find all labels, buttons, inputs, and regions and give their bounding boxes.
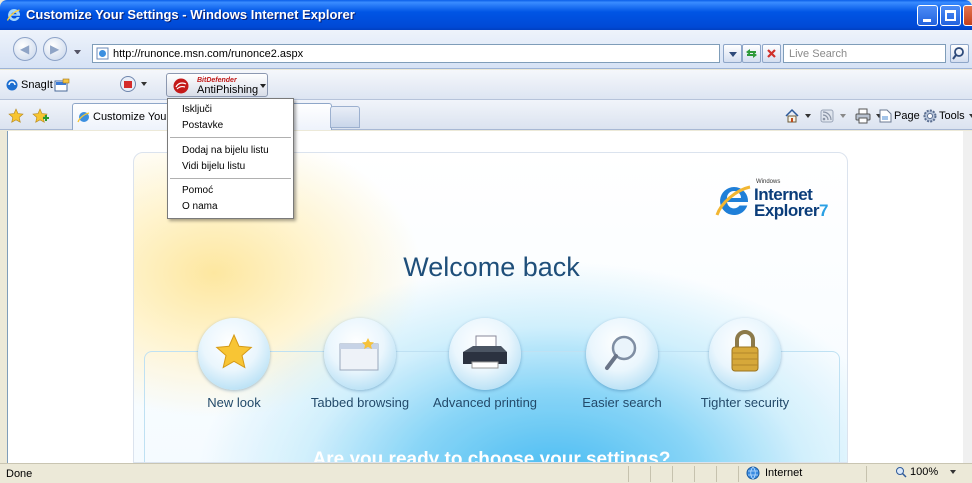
chevron-down-icon [729,52,737,57]
ie7-logo: Windows Internet Explorer7 [714,175,834,223]
ie-logo-icon [6,8,21,21]
url-text: http://runonce.msn.com/runonce2.aspx [113,48,304,60]
tools-menu-label: Tools [939,110,965,122]
back-arrow-icon: ◀ [20,42,30,56]
stop-button[interactable] [762,44,781,63]
minimize-button[interactable] [917,5,938,26]
zoom-control[interactable]: 100% [895,466,957,478]
snagit-button[interactable]: SnagIt [6,76,53,94]
close-button[interactable] [963,5,972,26]
search-button[interactable] [950,44,969,63]
home-button[interactable] [784,108,811,124]
snagit-label: SnagIt [21,79,53,91]
refresh-button[interactable] [742,44,761,63]
security-zone[interactable]: Internet [746,466,802,480]
status-bar: Done Internet 100% [0,463,972,483]
maximize-button[interactable] [940,5,961,26]
stop-icon [767,49,776,58]
capture-icon [54,78,70,92]
snagit-icon [6,79,18,91]
bitdefender-icon [173,78,189,94]
printer-icon [855,108,871,124]
back-button[interactable]: ◀ [13,37,37,61]
title-bar[interactable]: Customize Your Settings - Windows Intern… [0,0,972,30]
new-tab-button[interactable] [330,106,360,128]
chevron-down-icon [840,114,846,118]
tabs-icon [339,338,379,371]
chevron-down-icon [805,114,811,118]
menu-item-view-whitelist[interactable]: Vidi bijelu listu [182,161,245,172]
search-placeholder: Live Search [789,48,848,60]
forward-button[interactable]: ▶ [43,37,67,61]
address-field[interactable]: http://runonce.msn.com/runonce2.aspx [92,44,720,63]
zone-label: Internet [765,467,803,479]
favorites-star-icon [8,108,24,123]
add-favorite-icon [32,108,49,123]
search-input[interactable]: Live Search [783,44,946,63]
antiphishing-menu: Isključi Postavke Dodaj na bijelu listu … [167,98,294,219]
logo-explorer-text: Explorer7 [754,201,828,220]
menu-separator [170,178,291,179]
zoom-icon [896,467,907,478]
menu-item-disable[interactable]: Isključi [182,104,212,115]
favorites-center-button[interactable] [8,107,24,125]
history-dropdown-icon[interactable] [74,50,81,54]
menu-separator [170,137,291,138]
gear-icon [923,109,937,123]
home-icon [785,108,799,123]
star-icon [215,333,253,369]
feature-label-advanced-printing: Advanced printing [432,395,538,410]
page-icon [96,47,109,60]
antiphishing-label: AntiPhishing [197,84,259,96]
snagit-capture-button[interactable] [54,76,70,94]
add-favorite-button[interactable] [32,107,50,125]
chevron-down-icon [950,470,957,474]
window-title: Customize Your Settings - Windows Intern… [26,7,355,22]
page-icon [879,109,892,123]
menu-item-help[interactable]: Pomoć [182,185,213,196]
globe-icon [746,466,760,480]
feature-label-tighter-security: Tighter security [700,395,790,410]
feature-new-look-circle [198,318,270,390]
pdf-icon [120,76,136,92]
status-text: Done [6,468,33,480]
ie-window: Customize Your Settings - Windows Intern… [0,0,972,483]
address-dropdown-button[interactable] [723,44,742,63]
feature-advanced-printing-circle [449,318,521,390]
magnifier-icon [605,335,637,370]
pdf-convert-button[interactable] [119,75,147,93]
bitdefender-brand: BitDefender [197,77,237,84]
lock-icon [731,330,759,372]
menu-item-settings[interactable]: Postavke [182,120,223,131]
feature-tabbed-browsing-circle [324,318,396,390]
chevron-down-icon [141,82,147,86]
settings-question: Are you ready to choose your settings? [312,449,671,463]
forward-arrow-icon: ▶ [50,42,60,56]
refresh-icon [746,49,757,58]
antiphishing-button[interactable]: BitDefender AntiPhishing [166,73,268,97]
chevron-down-icon [260,84,266,88]
menu-item-about[interactable]: O nama [182,201,218,212]
menu-item-add-whitelist[interactable]: Dodaj na bijelu listu [182,145,269,156]
feeds-icon [820,109,834,123]
vertical-scrollbar[interactable] [963,131,972,463]
zoom-label: 100% [910,466,939,478]
welcome-heading: Welcome back [403,252,580,282]
tools-menu-button[interactable]: Tools [923,108,972,124]
ie7-logo-icon [715,185,751,216]
ie-page-icon [77,112,90,123]
search-icon [952,47,964,60]
feeds-button[interactable] [820,108,846,124]
feature-easier-search-circle [586,318,658,390]
printer-icon [463,335,507,369]
page-menu-label: Page [894,110,920,122]
print-button[interactable] [855,108,882,124]
feature-tighter-security-circle [709,318,781,390]
